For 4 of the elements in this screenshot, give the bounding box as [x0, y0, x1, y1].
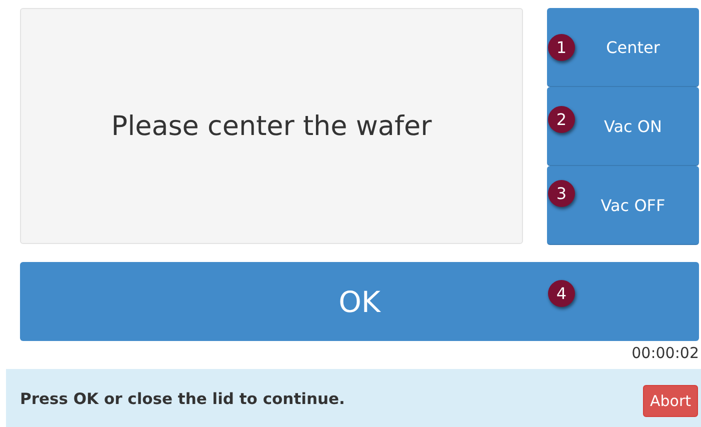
alert-text: Press OK or close the lid to continue. [20, 390, 345, 408]
instruction-text: Please center the wafer [111, 110, 432, 142]
abort-button[interactable]: Abort [642, 384, 698, 416]
timer: 00:00:02 [632, 344, 699, 362]
